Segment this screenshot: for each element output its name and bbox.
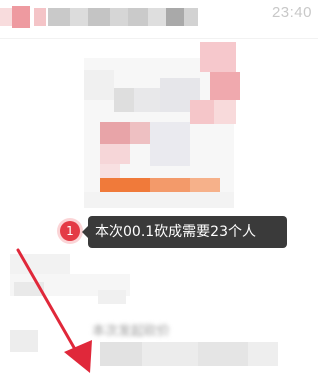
pointer-arrow-icon — [16, 248, 92, 373]
